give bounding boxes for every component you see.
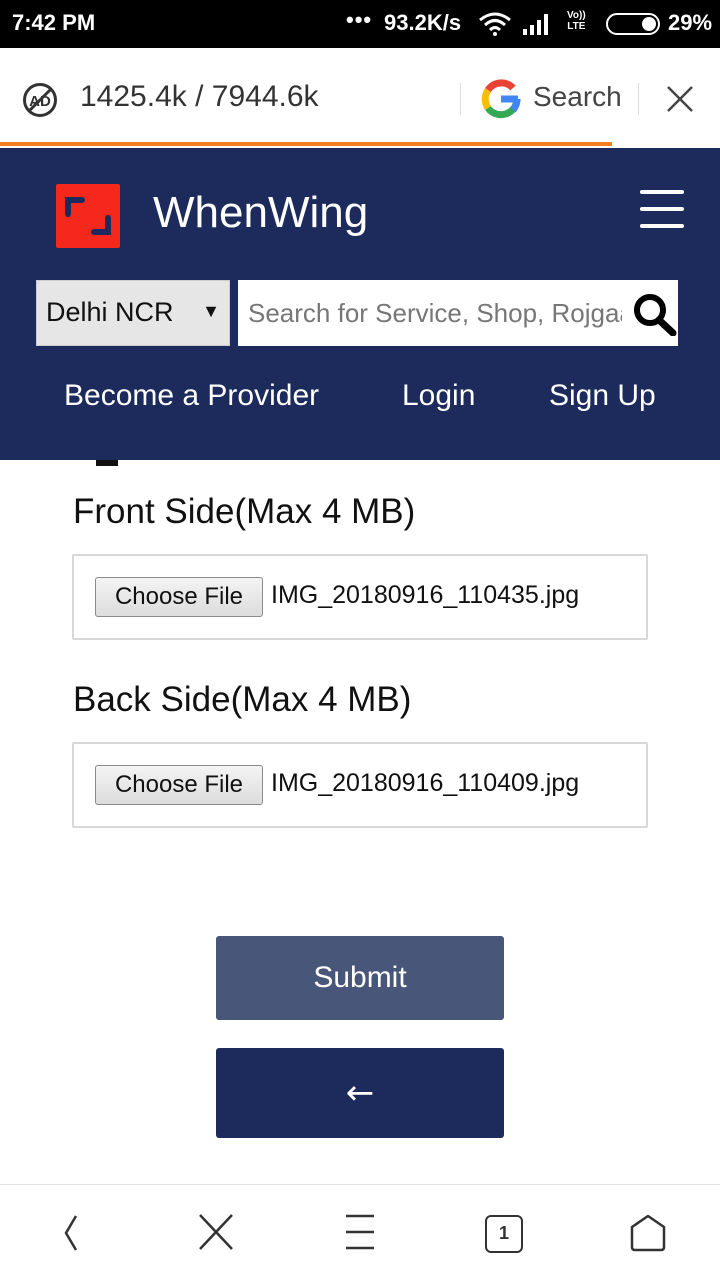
tabs-icon[interactable]: 1: [485, 1215, 523, 1253]
volte-icon: Vo)) LTE: [567, 10, 586, 32]
google-icon[interactable]: [480, 78, 522, 120]
menu-icon[interactable]: [640, 190, 684, 228]
become-provider-link[interactable]: Become a Provider: [64, 379, 319, 413]
front-file-field: Choose File IMG_20180916_110435.jpg: [72, 554, 648, 640]
back-icon[interactable]: [62, 1213, 80, 1253]
status-bar: 7:42 PM ••• 93.2K/s Vo)) LTE 29%: [0, 0, 720, 48]
volte-line2: LTE: [567, 21, 586, 32]
clipped-heading-fragment: [96, 460, 118, 466]
logo-mark-icon: [65, 197, 111, 235]
notification-dots-icon: •••: [346, 7, 373, 32]
search-input[interactable]: [238, 280, 622, 346]
divider: [460, 83, 461, 115]
cell-signal-icon: [523, 14, 548, 35]
divider: [638, 83, 639, 115]
front-file-name: IMG_20180916_110435.jpg: [271, 581, 580, 609]
back-file-name: IMG_20180916_110409.jpg: [271, 769, 580, 797]
battery-percent: 29%: [668, 10, 713, 35]
search-box: [238, 280, 678, 346]
wifi-icon: [479, 12, 511, 36]
close-tab-icon[interactable]: [198, 1213, 234, 1251]
battery-icon: [606, 13, 660, 35]
front-side-label: Front Side(Max 4 MB): [73, 492, 416, 531]
tab-count: 1: [498, 1223, 509, 1243]
brand-name[interactable]: WhenWing: [153, 188, 368, 238]
close-icon[interactable]: [665, 84, 695, 114]
site-header: WhenWing Delhi NCR ▼ Become a Provider L…: [0, 148, 720, 460]
back-choose-file-button[interactable]: Choose File: [95, 765, 263, 805]
volte-line1: Vo)): [567, 10, 586, 21]
sign-up-link[interactable]: Sign Up: [549, 379, 656, 413]
browser-bar: AD 1425.4k / 7944.6k Search: [0, 48, 720, 148]
login-link[interactable]: Login: [402, 379, 475, 413]
page-load-progress: [0, 142, 612, 146]
whenwing-logo[interactable]: [56, 184, 120, 248]
menu-lines-icon[interactable]: [344, 1213, 376, 1251]
search-icon[interactable]: [632, 292, 678, 336]
back-file-field: Choose File IMG_20180916_110409.jpg: [72, 742, 648, 828]
ad-block-icon[interactable]: AD: [22, 82, 58, 118]
home-icon[interactable]: [628, 1213, 668, 1253]
browser-bottom-nav: 1: [0, 1184, 720, 1280]
status-time: 7:42 PM: [12, 10, 96, 35]
front-choose-file-button[interactable]: Choose File: [95, 577, 263, 617]
city-select-value: Delhi NCR: [46, 297, 174, 327]
submit-button[interactable]: Submit: [216, 936, 504, 1020]
back-side-label: Back Side(Max 4 MB): [73, 680, 412, 719]
search-label[interactable]: Search: [533, 81, 622, 113]
network-speed: 93.2K/s: [384, 10, 462, 35]
back-arrow-button[interactable]: ←: [216, 1048, 504, 1138]
city-select[interactable]: Delhi NCR ▼: [36, 280, 230, 346]
dropdown-arrow-icon: ▼: [202, 301, 220, 321]
data-usage-counter: 1425.4k / 7944.6k: [80, 80, 319, 113]
